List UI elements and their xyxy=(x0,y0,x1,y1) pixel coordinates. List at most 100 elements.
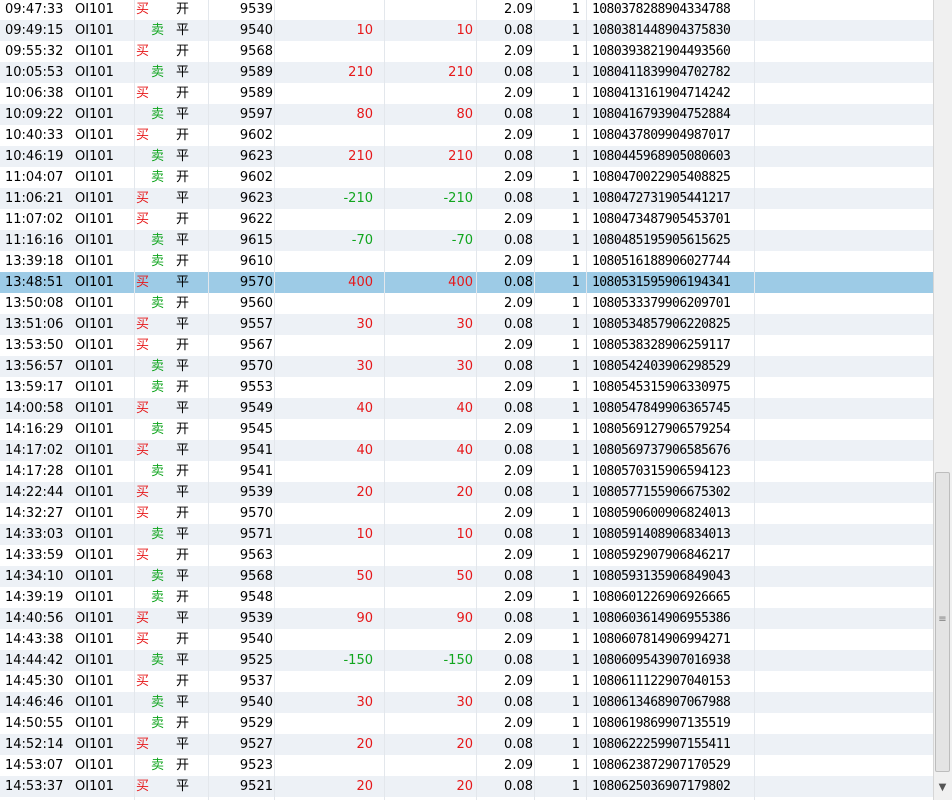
position-pnl xyxy=(390,125,473,146)
table-row[interactable]: 09:55:32 OI101 买 开 9568 2.09 1 1080393821904493… xyxy=(0,41,933,62)
position-pnl xyxy=(390,167,473,188)
commission: 0.08 xyxy=(504,401,533,416)
trade-id: 1080531595906194341 xyxy=(592,275,731,290)
position-pnl xyxy=(390,209,473,230)
trade-time: 14:50:55 xyxy=(5,716,64,731)
table-row[interactable]: 10:06:38 OI101 买 开 9589 2.09 1 1080413161904714… xyxy=(0,83,933,104)
table-row[interactable]: 14:22:44 OI101 买 平 9539 20 20 0.08 1 108057715590… xyxy=(0,482,933,503)
table-row[interactable]: 10:40:33 OI101 买 开 9602 2.09 1 1080437809904987… xyxy=(0,125,933,146)
trade-time: 13:59:17 xyxy=(5,380,64,395)
table-row[interactable]: 14:44:42 OI101 卖平 9525 -150 -150 0.08 1 10806095… xyxy=(0,650,933,671)
table-row[interactable]: 09:49:15 OI101 卖平 9540 10 10 0.08 1 108038144890… xyxy=(0,20,933,41)
trade-quantity: 1 xyxy=(571,506,580,521)
trade-time: 14:43:38 xyxy=(5,632,64,647)
trade-time: 11:07:02 xyxy=(5,212,64,227)
trade-quantity: 1 xyxy=(571,2,580,17)
trade-quantity: 1 xyxy=(571,548,580,563)
table-row[interactable]: 14:43:38 OI101 买 开 9540 2.09 1 1080607814906994… xyxy=(0,629,933,650)
trade-id: 1080613468907067988 xyxy=(592,695,731,710)
trade-id: 1080607814906994271 xyxy=(592,632,731,647)
commission: 2.09 xyxy=(504,674,533,689)
trade-quantity: 1 xyxy=(571,464,580,479)
position-pnl xyxy=(390,755,473,776)
commission: 2.09 xyxy=(504,296,533,311)
contract-code: OI101 xyxy=(75,338,114,353)
table-row[interactable]: 14:17:28 OI101 卖开 9541 2.09 1 1080570315906594… xyxy=(0,461,933,482)
table-row[interactable]: 13:48:51 OI101 买 平 9570 400 400 0.08 1 1080531595… xyxy=(0,272,933,293)
position-pnl: 400 xyxy=(448,275,473,290)
table-row[interactable]: 14:53:37 OI101 买 平 9521 20 20 0.08 1 108062503690… xyxy=(0,776,933,797)
table-row[interactable]: 13:53:50 OI101 买 开 9567 2.09 1 1080538328906259… xyxy=(0,335,933,356)
trade-price: 9597 xyxy=(239,107,273,122)
table-row[interactable]: 11:07:02 OI101 买 开 9622 2.09 1 1080473487905453… xyxy=(0,209,933,230)
close-pnl: 50 xyxy=(356,569,373,584)
trade-price: 9570 xyxy=(239,506,273,521)
position-pnl xyxy=(390,503,473,524)
table-row[interactable]: 14:40:56 OI101 买 平 9539 90 90 0.08 1 108060361490… xyxy=(0,608,933,629)
table-row[interactable]: 14:32:27 OI101 买 开 9570 2.09 1 1080590600906824… xyxy=(0,503,933,524)
scroll-thumb[interactable]: ≡ xyxy=(935,472,950,772)
chevron-down-icon[interactable]: ▼ xyxy=(935,778,950,798)
table-row[interactable]: 13:51:06 OI101 买 平 9557 30 30 0.08 1 108053485790… xyxy=(0,314,933,335)
close-pnl xyxy=(300,629,373,650)
table-row[interactable]: 10:09:22 OI101 卖平 9597 80 80 0.08 1 108041679390… xyxy=(0,104,933,125)
trade-time: 14:17:28 xyxy=(5,464,64,479)
close-pnl xyxy=(300,167,373,188)
trade-direction: 买 xyxy=(136,632,150,647)
position-pnl xyxy=(390,587,473,608)
contract-code: OI101 xyxy=(75,611,114,626)
table-row[interactable]: 13:56:57 OI101 卖平 9570 30 30 0.08 1 108054240390… xyxy=(0,356,933,377)
trade-id: 1080445968905080603 xyxy=(592,149,731,164)
table-row[interactable]: 14:33:59 OI101 买 开 9563 2.09 1 1080592907906846… xyxy=(0,545,933,566)
close-pnl: 20 xyxy=(356,485,373,500)
table-row[interactable]: 10:46:19 OI101 卖平 9623 210 210 0.08 1 1080445968… xyxy=(0,146,933,167)
commission: 0.08 xyxy=(504,779,533,794)
table-row[interactable]: 14:50:55 OI101 卖开 9529 2.09 1 1080619869907135… xyxy=(0,713,933,734)
table-row[interactable]: 13:39:18 OI101 卖开 9610 2.09 1 1080516188906027… xyxy=(0,251,933,272)
column-divider xyxy=(534,0,535,800)
trade-grid[interactable]: 09:47:33 OI101 买开 9539 2.09 1 1080378288904334… xyxy=(0,0,934,800)
contract-code: OI101 xyxy=(75,296,114,311)
trade-quantity: 1 xyxy=(571,611,580,626)
table-row[interactable]: 14:17:02 OI101 买 平 9541 40 40 0.08 1 108056973790… xyxy=(0,440,933,461)
trade-quantity: 1 xyxy=(571,107,580,122)
table-row[interactable]: 14:52:14 OI101 买 平 9527 20 20 0.08 1 108062225990… xyxy=(0,734,933,755)
table-row[interactable]: 10:05:53 OI101 卖平 9589 210 210 0.08 1 1080411839… xyxy=(0,62,933,83)
table-row[interactable]: 14:53:07 OI101 卖开 9523 2.09 1 1080623872907170… xyxy=(0,755,933,776)
trade-quantity: 1 xyxy=(571,128,580,143)
trade-direction: 买 xyxy=(136,317,150,332)
table-row[interactable]: 14:33:03 OI101 卖平 9571 10 10 0.08 1 108059140890… xyxy=(0,524,933,545)
contract-code: OI101 xyxy=(75,443,114,458)
table-row[interactable]: 11:16:16 OI101 卖平 9615 -70 -70 0.08 1 1080485195… xyxy=(0,230,933,251)
open-close-flag: 平 xyxy=(176,275,190,290)
commission: 2.09 xyxy=(504,758,533,773)
table-row[interactable]: 13:50:08 OI101 卖开 9560 2.09 1 1080533379906209… xyxy=(0,293,933,314)
contract-code: OI101 xyxy=(75,548,114,563)
position-pnl xyxy=(390,83,473,104)
table-row[interactable]: 11:06:21 OI101 买 平 9623 -210 -210 0.08 1 10804727… xyxy=(0,188,933,209)
commission: 0.08 xyxy=(504,527,533,542)
table-row[interactable]: 11:04:07 OI101 卖开 9602 2.09 1 1080470022905408… xyxy=(0,167,933,188)
trade-time: 14:16:29 xyxy=(5,422,64,437)
contract-code: OI101 xyxy=(75,779,114,794)
table-row[interactable]: 14:39:19 OI101 卖开 9548 2.09 1 1080601226906926… xyxy=(0,587,933,608)
table-row[interactable]: 13:59:17 OI101 卖开 9553 2.09 1 1080545315906330… xyxy=(0,377,933,398)
table-row[interactable]: 09:47:33 OI101 买 开 9539 2.09 1 1080378288904334… xyxy=(0,0,933,20)
trade-time: 14:34:10 xyxy=(5,569,64,584)
contract-code: OI101 xyxy=(75,716,114,731)
trade-price: 9541 xyxy=(239,464,273,479)
vertical-scrollbar[interactable]: ≡ ▼ xyxy=(934,0,952,800)
table-row[interactable]: 14:46:46 OI101 卖平 9540 30 30 0.08 1 108061346890… xyxy=(0,692,933,713)
table-row[interactable]: 14:45:30 OI101 买 开 9537 2.09 1 1080611122907040… xyxy=(0,671,933,692)
commission: 0.08 xyxy=(504,359,533,374)
close-pnl: 210 xyxy=(348,149,373,164)
table-row[interactable]: 14:16:29 OI101 卖开 9545 2.09 1 1080569127906579… xyxy=(0,419,933,440)
table-row[interactable]: 14:00:58 OI101 买 平 9549 40 40 0.08 1 108054784990… xyxy=(0,398,933,419)
close-pnl: 40 xyxy=(356,401,373,416)
trade-price: 9571 xyxy=(239,527,273,542)
trade-direction: 卖 xyxy=(151,107,165,122)
trade-price: 9560 xyxy=(239,296,273,311)
contract-code: OI101 xyxy=(75,86,114,101)
table-row[interactable]: 14:34:10 OI101 卖平 9568 50 50 0.08 1 108059313590… xyxy=(0,566,933,587)
commission: 0.08 xyxy=(504,149,533,164)
